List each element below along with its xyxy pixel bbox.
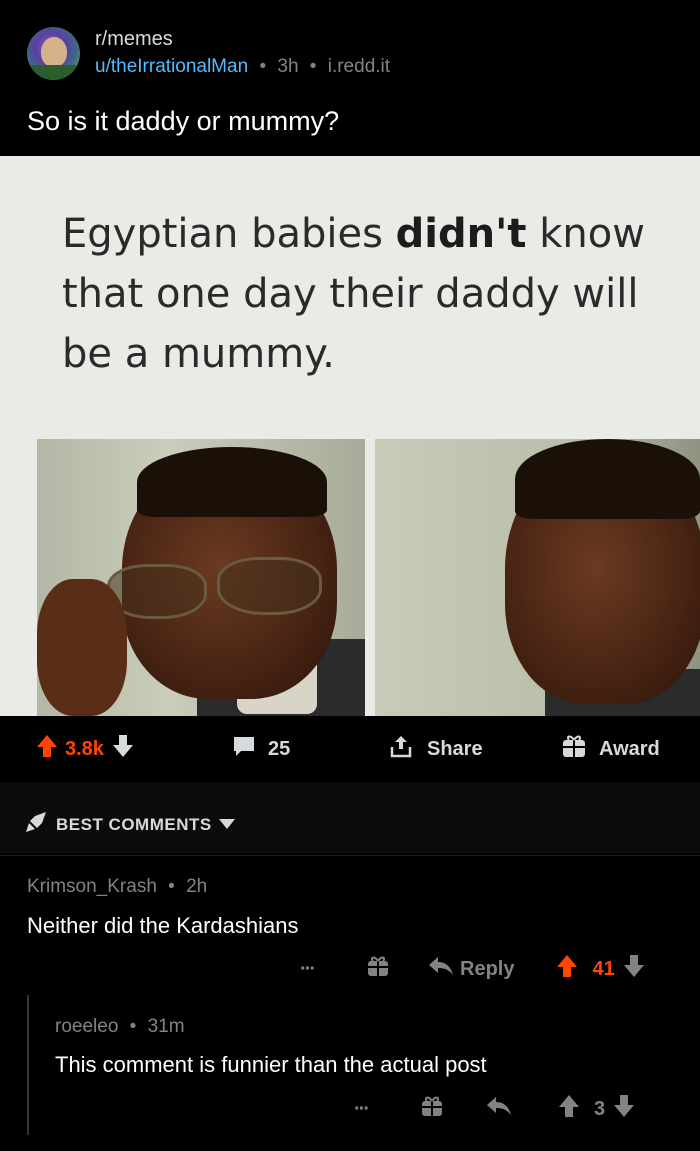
reply-label: Reply (460, 957, 515, 980)
rocket-icon (24, 810, 48, 839)
upvote-icon[interactable] (556, 954, 578, 984)
award-label: Award (599, 737, 660, 760)
gift-icon[interactable] (420, 1094, 444, 1124)
post-title[interactable]: So is it daddy or mummy? (27, 106, 339, 137)
photo-hair (515, 439, 700, 519)
upvote-icon[interactable] (36, 734, 58, 764)
meme-text-1b: didn't (395, 211, 527, 257)
meme-photo-left (37, 439, 365, 716)
meme-text-2: that one day their daddy will (62, 271, 639, 317)
comment-icon (232, 735, 256, 763)
share-icon (389, 734, 413, 764)
award-icon (561, 733, 587, 765)
meta-separator: • (129, 1016, 137, 1037)
meme-text-1a: Egyptian babies (62, 211, 396, 257)
meme-text-3: be a mummy. (62, 331, 335, 377)
downvote-icon[interactable] (623, 954, 645, 984)
post-time: 3h (277, 56, 299, 77)
photo-hand (37, 579, 127, 716)
meme-text-1c: know (526, 211, 645, 257)
more-icon[interactable]: ··· (300, 958, 324, 981)
reply-button[interactable]: Reply (428, 955, 514, 983)
comment-meta: Krimson_Krash • 2h (27, 876, 207, 898)
avatar-face (41, 37, 67, 67)
subreddit-name[interactable]: r/memes (95, 28, 173, 51)
comment-actions: ··· 3 (354, 1094, 635, 1124)
comment-score: 41 (592, 957, 615, 980)
meme-caption: Egyptian babies didn't know that one day… (62, 204, 682, 384)
gift-icon[interactable] (366, 954, 390, 984)
share-button[interactable]: Share (389, 736, 483, 762)
sort-label: BEST COMMENTS (56, 814, 212, 834)
post-image[interactable]: Egyptian babies didn't know that one day… (0, 156, 700, 716)
comment-author[interactable]: Krimson_Krash (27, 876, 157, 897)
thread-line[interactable] (27, 995, 29, 1135)
meta-separator: • (259, 56, 267, 77)
comments-button[interactable]: 25 (232, 736, 290, 762)
downvote-icon[interactable] (613, 1094, 635, 1124)
subreddit-avatar[interactable] (27, 27, 80, 80)
comments-sort[interactable]: BEST COMMENTS (24, 810, 236, 839)
post-author[interactable]: u/theIrrationalMan (95, 56, 248, 77)
downvote-icon[interactable] (112, 734, 134, 764)
upvote-icon[interactable] (558, 1094, 580, 1124)
comment-actions: ··· Reply 41 (300, 954, 645, 984)
vote-control: 3.8k (36, 734, 134, 764)
comment-count: 25 (268, 737, 291, 760)
photo-hair (137, 447, 327, 517)
comment-time: 31m (147, 1016, 185, 1037)
post-meta: u/theIrrationalMan • 3h • i.redd.it (95, 56, 390, 78)
share-label: Share (427, 737, 483, 760)
photo-glasses-right (217, 557, 322, 615)
comment-body: This comment is funnier than the actual … (55, 1052, 487, 1077)
award-button[interactable]: Award (561, 733, 660, 765)
avatar-band (27, 65, 80, 80)
divider (0, 855, 700, 856)
comment-author[interactable]: roeeleo (55, 1016, 118, 1037)
more-icon[interactable]: ··· (354, 1098, 378, 1121)
reply-icon (428, 955, 454, 983)
post-header: r/memes u/theIrrationalMan • 3h • i.redd… (0, 0, 700, 156)
meme-photo-right (375, 439, 700, 716)
comment-time: 2h (186, 876, 208, 897)
reply-icon[interactable] (486, 1095, 512, 1123)
meta-separator: • (309, 56, 317, 77)
chevron-down-icon (218, 815, 236, 835)
post-score: 3.8k (65, 737, 104, 760)
comment-score: 3 (594, 1097, 606, 1120)
comment-body: Neither did the Kardashians (27, 913, 299, 938)
post-action-bar: 3.8k 25 Share Award (0, 716, 700, 782)
comment-meta: roeeleo • 31m (55, 1016, 185, 1038)
meta-separator: • (168, 876, 175, 897)
post-domain[interactable]: i.redd.it (328, 56, 390, 77)
